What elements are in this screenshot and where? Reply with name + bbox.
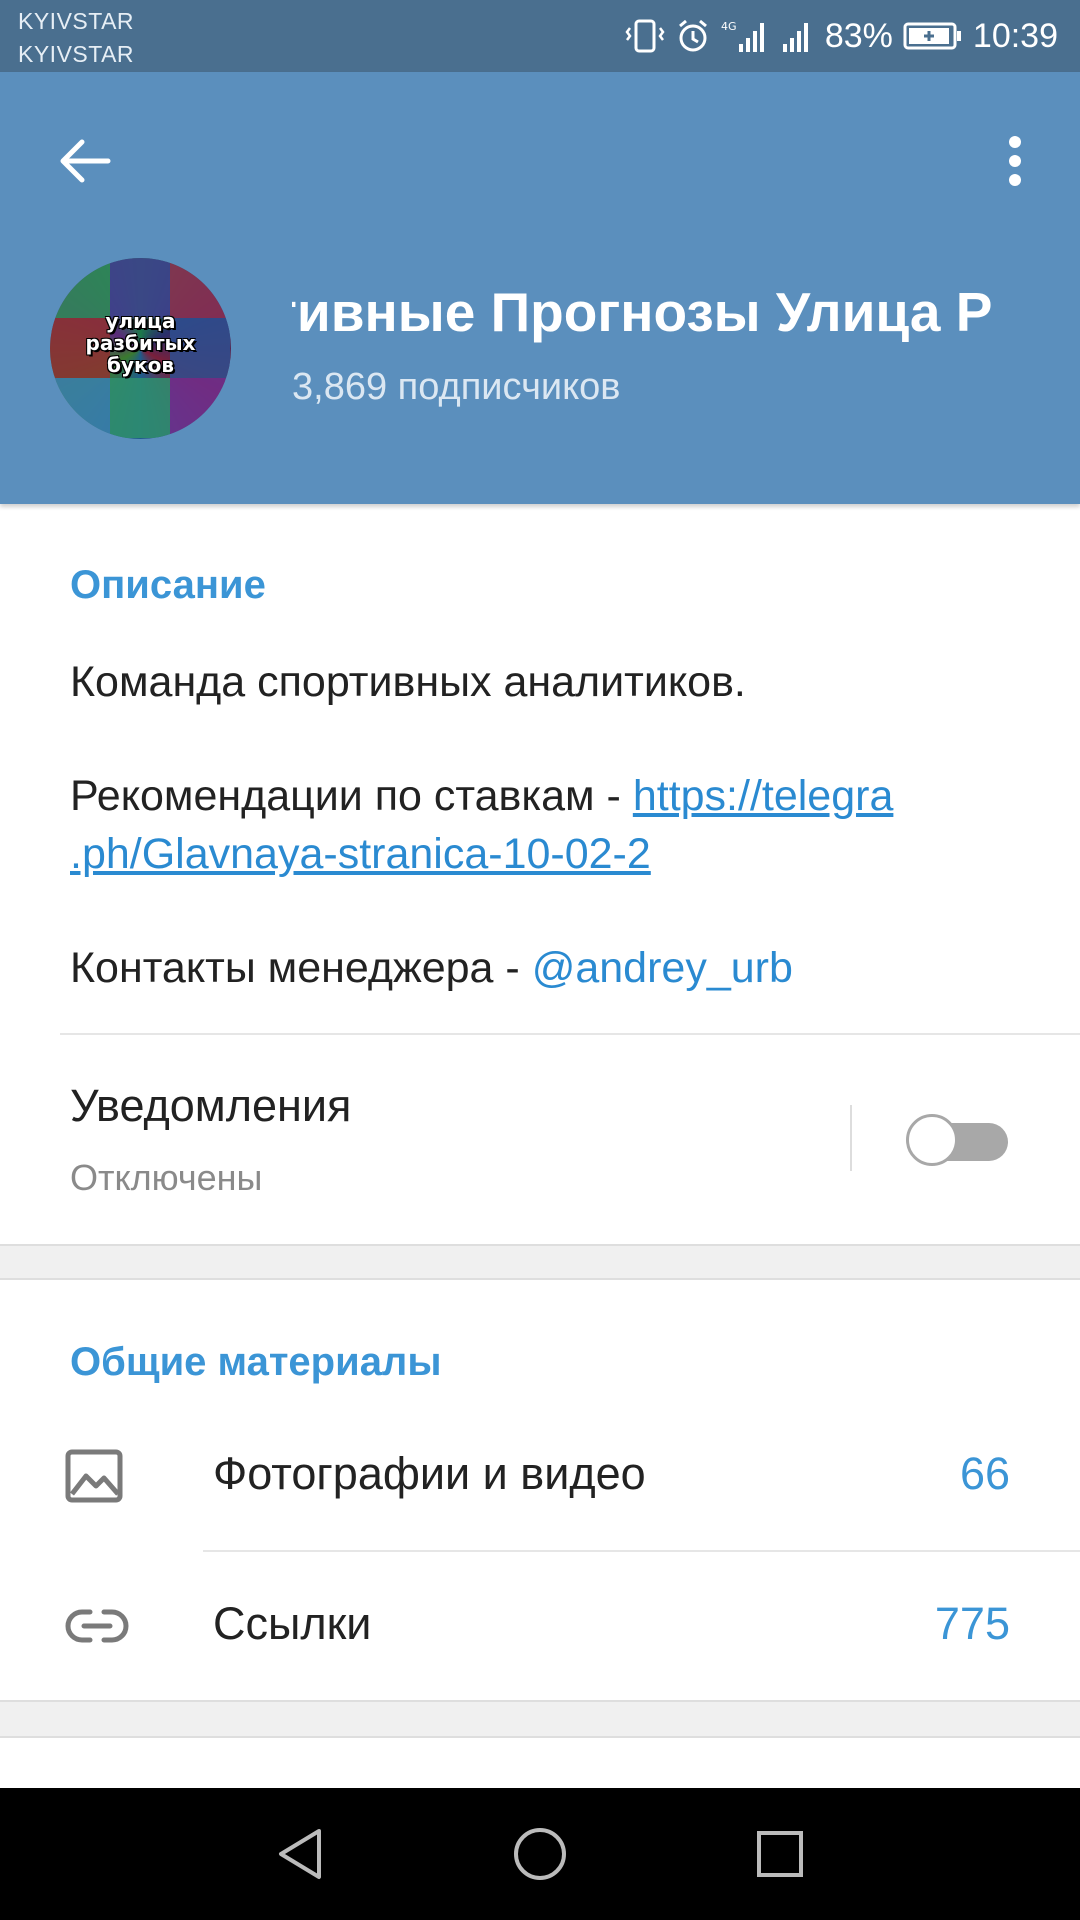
avatar-logo-text: улица разбитых буков bbox=[85, 309, 196, 377]
clock: 10:39 bbox=[972, 16, 1058, 55]
more-vertical-icon bbox=[1008, 135, 1022, 192]
photos-videos-count: 66 bbox=[959, 1448, 1010, 1499]
avatar-tile bbox=[50, 378, 110, 438]
section-gap bbox=[0, 1244, 1080, 1280]
avatar-tile bbox=[110, 378, 170, 438]
telegraph-link-continued[interactable]: .ph/Glavnaya-stranica-10-02-2 bbox=[70, 830, 651, 878]
manager-mention-link[interactable]: @andrey_urb bbox=[532, 944, 793, 992]
channel-title-container: тивные Прогнозы Улица Р bbox=[292, 280, 1060, 350]
subscriber-count: 3,869 подписчиков bbox=[292, 366, 621, 408]
channel-title: тивные Прогнозы Улица Р bbox=[292, 281, 993, 343]
alarm-icon bbox=[675, 18, 711, 54]
arrow-left-icon bbox=[58, 138, 112, 189]
links-label: Ссылки bbox=[213, 1598, 372, 1649]
nav-home-button[interactable] bbox=[508, 1824, 572, 1888]
signal-icon bbox=[779, 18, 815, 54]
battery-icon bbox=[903, 21, 963, 51]
avatar-tile bbox=[170, 258, 230, 318]
toggle-knob bbox=[906, 1114, 958, 1166]
description-recommendations: Рекомендации по ставкам - https://telegr… bbox=[70, 768, 1030, 824]
shared-media-section-title: Общие материалы bbox=[70, 1340, 442, 1384]
recommendations-label: Рекомендации по ставкам - bbox=[70, 772, 633, 820]
contacts-label: Контакты менеджера - bbox=[70, 944, 532, 992]
svg-text:4G: 4G bbox=[721, 20, 737, 33]
carrier-1: KYIVSTAR bbox=[18, 8, 135, 34]
carrier-2: KYIVSTAR bbox=[18, 41, 135, 67]
photos-videos-label: Фотографии и видео bbox=[213, 1448, 646, 1499]
description-contacts: Контакты менеджера - @andrey_urb bbox=[70, 940, 1030, 996]
section-gap bbox=[0, 1700, 1080, 1738]
nav-back-button[interactable] bbox=[268, 1824, 332, 1888]
screen: KYIVSTAR KYIVSTAR 4G 83% 10:39 улица раз… bbox=[0, 0, 1080, 1920]
signal-icon: 4G bbox=[721, 18, 769, 54]
description-line: Команда спортивных аналитиков. bbox=[70, 658, 746, 706]
links-count: 775 bbox=[934, 1598, 1010, 1649]
triangle-back-icon bbox=[275, 1826, 325, 1887]
navigation-bar bbox=[0, 1788, 1080, 1920]
notifications-status: Отключены bbox=[70, 1157, 263, 1198]
avatar-tile bbox=[50, 258, 110, 318]
more-options-button[interactable] bbox=[980, 128, 1050, 198]
photos-videos-row[interactable]: Фотографии и видео 66 bbox=[0, 1402, 1080, 1550]
links-row[interactable]: Ссылки 775 bbox=[0, 1552, 1080, 1700]
status-bar: KYIVSTAR KYIVSTAR 4G 83% 10:39 bbox=[0, 0, 1080, 72]
image-icon bbox=[64, 1446, 124, 1506]
battery-percent: 83% bbox=[824, 16, 893, 55]
notifications-toggle[interactable] bbox=[906, 1114, 1008, 1166]
square-recents-icon bbox=[755, 1829, 805, 1884]
notifications-label: Уведомления bbox=[70, 1080, 352, 1131]
nav-recents-button[interactable] bbox=[748, 1824, 812, 1888]
description-section-title: Описание bbox=[70, 563, 266, 607]
back-button[interactable] bbox=[50, 128, 120, 198]
divider bbox=[60, 1033, 1080, 1035]
circle-home-icon bbox=[512, 1826, 568, 1887]
avatar-tile bbox=[170, 378, 230, 438]
link-icon bbox=[64, 1596, 129, 1656]
channel-header: улица разбитых буков тивные Прогнозы Ули… bbox=[0, 72, 1080, 504]
vertical-divider bbox=[850, 1105, 852, 1171]
telegraph-link[interactable]: https://telegra bbox=[633, 772, 894, 820]
vibrate-icon bbox=[625, 18, 665, 54]
avatar[interactable]: улица разбитых буков bbox=[50, 258, 231, 439]
description-link-continued: .ph/Glavnaya-stranica-10-02-2 bbox=[70, 826, 1030, 882]
status-icons: 4G 83% 10:39 bbox=[625, 14, 1058, 58]
